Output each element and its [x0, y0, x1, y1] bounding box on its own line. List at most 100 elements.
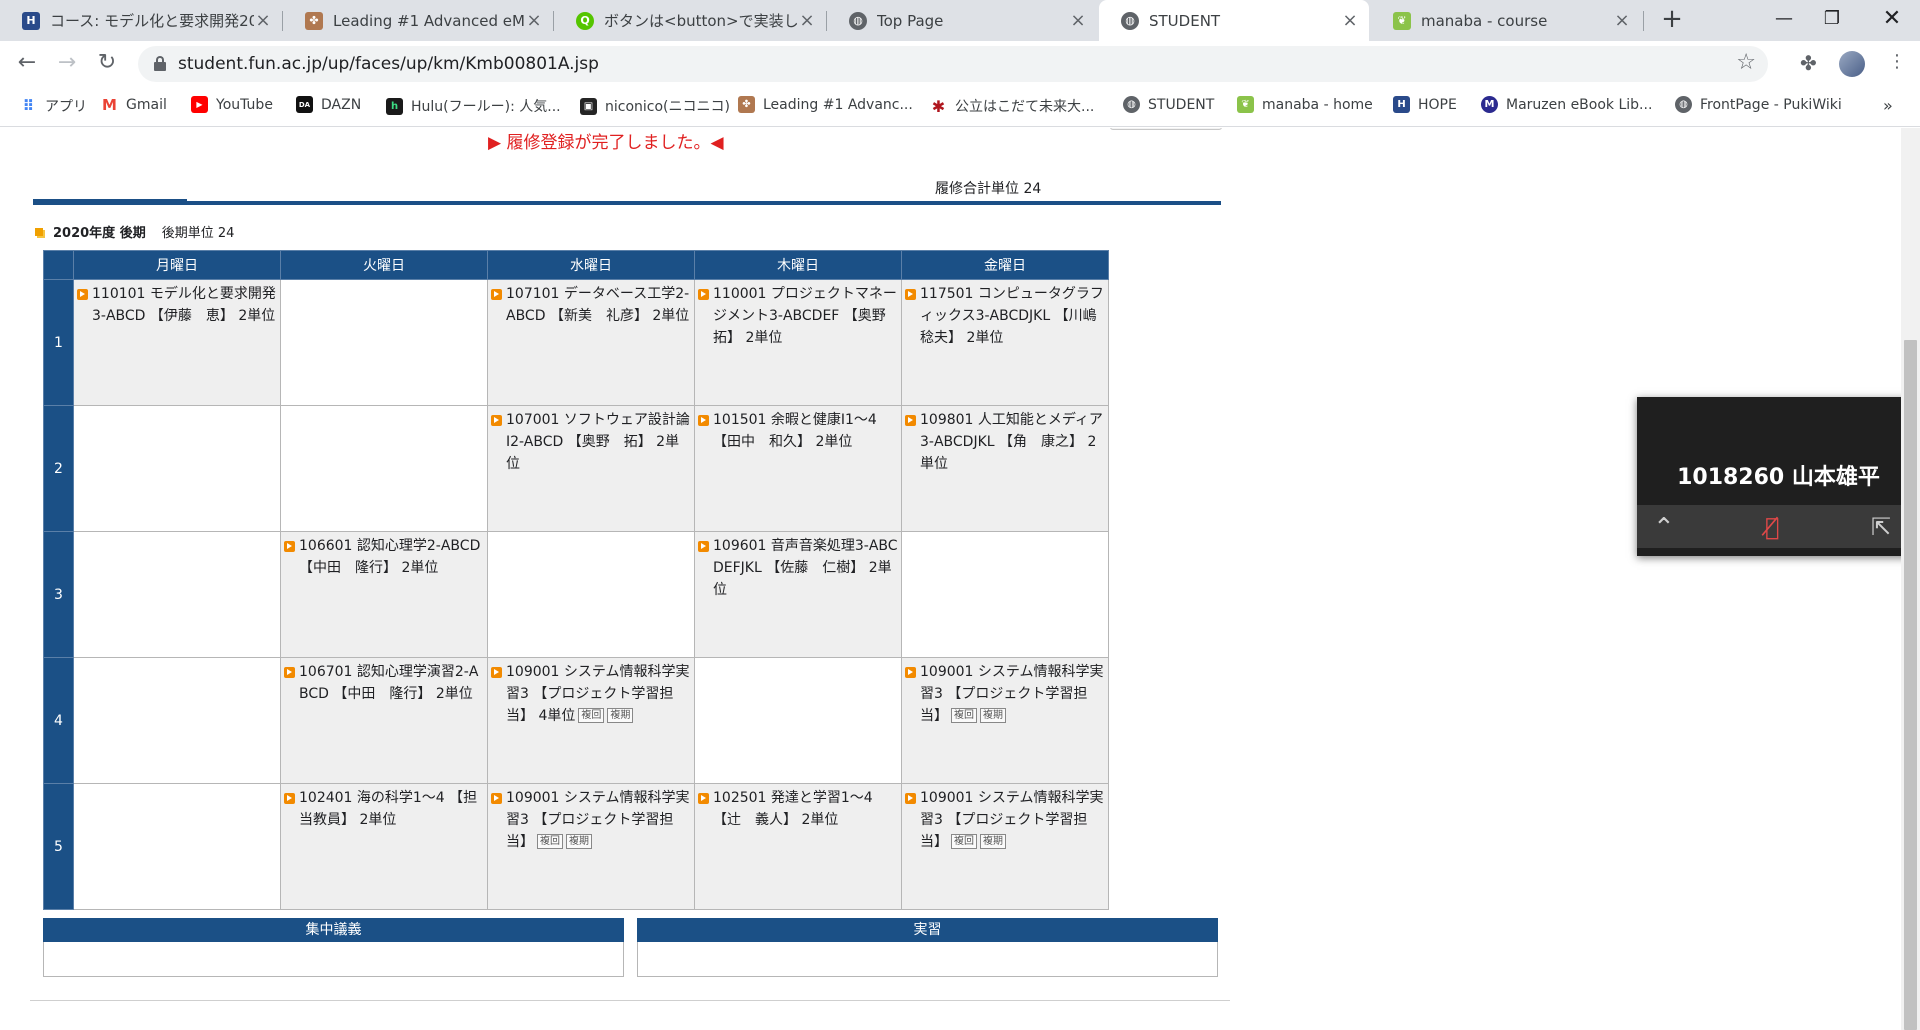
forward-arrow-icon[interactable]: →: [52, 49, 82, 79]
course-text[interactable]: 109601 音声音楽処理3-ABCDEFJKL 【佐藤 仁樹】 2単位: [713, 535, 898, 601]
course-entry[interactable]: 109801 人工知能とメディア3-ABCDJKL 【角 康之】 2単位: [905, 409, 1105, 475]
bookmark-pukiwiki[interactable]: ◍ FrontPage - PukiWiki: [1675, 96, 1842, 113]
menu-kebab-icon[interactable]: ⋮: [1888, 51, 1906, 72]
close-icon[interactable]: ×: [1613, 10, 1631, 31]
close-icon[interactable]: ×: [525, 10, 543, 31]
tab-qiita-button[interactable]: Q ボタンは<button>で実装しよう ×: [554, 0, 826, 41]
close-icon[interactable]: ×: [1069, 10, 1087, 31]
chevron-up-icon[interactable]: ⌃: [1653, 513, 1675, 543]
reload-icon[interactable]: ↻: [92, 49, 122, 79]
course-label[interactable]: 107001 ソフトウェア設計論Ⅰ2-ABCD 【奥野 拓】 2単位: [506, 412, 690, 472]
tab-title: コース: モデル化と要求開発2020: [50, 12, 254, 30]
course-entry[interactable]: 106601 認知心理学2-ABCD 【中田 隆行】 2単位: [284, 535, 484, 579]
course-text[interactable]: 107101 データベース工学2-ABCD 【新美 礼彦】 2単位: [506, 283, 691, 327]
close-icon[interactable]: ×: [254, 10, 272, 31]
course-entry[interactable]: 102501 発達と学習1〜4 【辻 義人】 2単位: [698, 787, 898, 831]
tab-hope-course[interactable]: H コース: モデル化と要求開発2020 ×: [0, 0, 282, 41]
course-label[interactable]: 109001 システム情報科学実習3 【プロジェクト学習担当】: [920, 664, 1103, 724]
scrollbar-thumb[interactable]: [1904, 340, 1917, 1030]
niconico-icon: ▣: [580, 97, 597, 115]
course-entry[interactable]: 107001 ソフトウェア設計論Ⅰ2-ABCD 【奥野 拓】 2単位: [491, 409, 691, 475]
bookmark-leading[interactable]: ✤ Leading #1 Advanc...: [738, 96, 913, 113]
course-label[interactable]: 117501 コンピュータグラフィックス3-ABCDJKL 【川嶋 稔夫】 2単…: [920, 286, 1111, 346]
course-entry[interactable]: 109001 システム情報科学実習3 【プロジェクト学習担当】 4単位 複回 複期: [491, 661, 691, 727]
course-label[interactable]: 109001 システム情報科学実習3 【プロジェクト学習担当】: [920, 790, 1103, 850]
new-tab-button[interactable]: +: [1656, 4, 1688, 36]
bookmark-maruzen[interactable]: M Maruzen eBook Lib...: [1481, 96, 1652, 113]
close-icon[interactable]: ×: [798, 10, 816, 31]
course-text[interactable]: 109001 システム情報科学実習3 【プロジェクト学習担当】 4単位 複回 複期: [506, 661, 691, 727]
course-label[interactable]: 102401 海の科学1〜4 【担当教員】 2単位: [299, 790, 477, 828]
popout-icon[interactable]: ⇱: [1871, 513, 1891, 541]
course-entry[interactable]: 110101 モデル化と要求開発3-ABCD 【伊藤 恵】 2単位: [77, 283, 277, 327]
bookmark-label: niconico(ニコニコ): [605, 99, 730, 115]
course-text[interactable]: 109001 システム情報科学実習3 【プロジェクト学習担当】 複回 複期: [920, 661, 1105, 727]
address-bar[interactable]: student.fun.ac.jp/up/faces/up/km/Kmb0080…: [138, 46, 1768, 82]
top-button-edge[interactable]: [1110, 128, 1222, 130]
bookmark-student[interactable]: ◍ STUDENT: [1123, 96, 1214, 113]
minimize-icon[interactable]: —: [1760, 0, 1808, 41]
tab-student-active[interactable]: ◍ STUDENT ×: [1099, 0, 1369, 41]
tab-top-page[interactable]: ◍ Top Page ×: [827, 0, 1097, 41]
course-label[interactable]: 106601 認知心理学2-ABCD 【中田 隆行】 2単位: [299, 538, 480, 576]
extensions-puzzle-icon[interactable]: ✤: [1800, 51, 1817, 75]
course-label[interactable]: 109601 音声音楽処理3-ABCDEFJKL 【佐藤 仁樹】 2単位: [713, 538, 898, 598]
course-text[interactable]: 106701 認知心理学演習2-ABCD 【中田 隆行】 2単位: [299, 661, 484, 705]
bookmark-fun-university[interactable]: ✱ 公立はこだて未来大...: [930, 96, 1095, 116]
page-scrollbar[interactable]: [1901, 128, 1920, 1030]
course-text[interactable]: 109801 人工知能とメディア3-ABCDJKL 【角 康之】 2単位: [920, 409, 1105, 475]
mic-muted-icon[interactable]: 🎙̸: [1765, 513, 1779, 541]
course-entry[interactable]: 110001 プロジェクトマネージメント3-ABCDEF 【奥野 拓】 2単位: [698, 283, 900, 349]
restore-icon[interactable]: ❐: [1808, 0, 1856, 41]
course-entry[interactable]: 107101 データベース工学2-ABCD 【新美 礼彦】 2単位: [491, 283, 691, 327]
tab-manaba-course[interactable]: ❦ manaba - course ×: [1371, 0, 1641, 41]
course-text[interactable]: 117501 コンピュータグラフィックス3-ABCDJKL 【川嶋 稔夫】 2単…: [920, 283, 1111, 349]
bookmark-hope[interactable]: H HOPE: [1393, 96, 1457, 113]
course-text[interactable]: 107001 ソフトウェア設計論Ⅰ2-ABCD 【奥野 拓】 2単位: [506, 409, 691, 475]
course-label[interactable]: 106701 認知心理学演習2-ABCD 【中田 隆行】 2単位: [299, 664, 478, 702]
course-entry[interactable]: 101501 余暇と健康Ⅰ1〜4 【田中 和久】 2単位: [698, 409, 898, 453]
course-label[interactable]: 102501 発達と学習1〜4 【辻 義人】 2単位: [713, 790, 873, 828]
course-text[interactable]: 106601 認知心理学2-ABCD 【中田 隆行】 2単位: [299, 535, 484, 579]
course-entry[interactable]: 109001 システム情報科学実習3 【プロジェクト学習担当】 複回 複期: [491, 787, 691, 853]
bookmark-star-icon[interactable]: ☆: [1736, 50, 1756, 75]
course-text[interactable]: 102401 海の科学1〜4 【担当教員】 2単位: [299, 787, 484, 831]
profile-avatar[interactable]: [1839, 51, 1865, 77]
course-text[interactable]: 102501 発達と学習1〜4 【辻 義人】 2単位: [713, 787, 898, 831]
course-label[interactable]: 109001 システム情報科学実習3 【プロジェクト学習担当】: [506, 790, 689, 850]
window-close-icon[interactable]: ✕: [1868, 0, 1916, 41]
bookmark-apps[interactable]: ⠿ アプリ: [20, 96, 87, 116]
url-text[interactable]: student.fun.ac.jp/up/faces/up/km/Kmb0080…: [178, 54, 599, 74]
course-text[interactable]: 110001 プロジェクトマネージメント3-ABCDEF 【奥野 拓】 2単位: [713, 283, 900, 349]
bookmark-manaba-home[interactable]: ❦ manaba - home: [1237, 96, 1373, 113]
day-header: 月曜日: [73, 250, 281, 280]
meeting-mini-window[interactable]: 1018260 山本雄平 ⌃ 🎙̸ ⇱: [1637, 397, 1920, 556]
course-label[interactable]: 110001 プロジェクトマネージメント3-ABCDEF 【奥野 拓】 2単位: [713, 286, 900, 346]
course-entry[interactable]: 109001 システム情報科学実習3 【プロジェクト学習担当】 複回 複期: [905, 661, 1105, 727]
course-cell: 109801 人工知能とメディア3-ABCDJKL 【角 康之】 2単位: [901, 405, 1109, 532]
lock-icon[interactable]: [154, 56, 166, 71]
course-entry[interactable]: 109001 システム情報科学実習3 【プロジェクト学習担当】 複回 複期: [905, 787, 1105, 853]
bookmark-dazn[interactable]: DA DAZN: [296, 96, 361, 113]
fun-logo-icon: ✱: [931, 96, 946, 116]
course-entry[interactable]: 117501 コンピュータグラフィックス3-ABCDJKL 【川嶋 稔夫】 2単…: [905, 283, 1111, 349]
course-entry[interactable]: 106701 認知心理学演習2-ABCD 【中田 隆行】 2単位: [284, 661, 484, 705]
course-text[interactable]: 110101 モデル化と要求開発3-ABCD 【伊藤 恵】 2単位: [92, 283, 277, 327]
course-entry[interactable]: 109601 音声音楽処理3-ABCDEFJKL 【佐藤 仁樹】 2単位: [698, 535, 898, 601]
course-text[interactable]: 109001 システム情報科学実習3 【プロジェクト学習担当】 複回 複期: [920, 787, 1105, 853]
course-label[interactable]: 109801 人工知能とメディア3-ABCDJKL 【角 康之】 2単位: [920, 412, 1103, 472]
course-entry[interactable]: 102401 海の科学1〜4 【担当教員】 2単位: [284, 787, 484, 831]
bookmark-niconico[interactable]: ▣ niconico(ニコニコ): [580, 96, 730, 116]
close-icon[interactable]: ×: [1341, 10, 1359, 31]
course-label[interactable]: 110101 モデル化と要求開発3-ABCD 【伊藤 恵】 2単位: [92, 286, 276, 324]
more-bookmarks-chevron-icon[interactable]: »: [1883, 96, 1893, 115]
course-label[interactable]: 107101 データベース工学2-ABCD 【新美 礼彦】 2単位: [506, 286, 689, 324]
bookmark-gmail[interactable]: M Gmail: [101, 96, 167, 114]
course-label[interactable]: 101501 余暇と健康Ⅰ1〜4 【田中 和久】 2単位: [713, 412, 877, 450]
back-arrow-icon[interactable]: ←: [12, 49, 42, 79]
bookmark-hulu[interactable]: h Hulu(フールー): 人気...: [386, 96, 561, 116]
tab-leading-email[interactable]: ✤ Leading #1 Advanced eMail S ×: [283, 0, 553, 41]
course-text[interactable]: 109001 システム情報科学実習3 【プロジェクト学習担当】 複回 複期: [506, 787, 691, 853]
course-text[interactable]: 101501 余暇と健康Ⅰ1〜4 【田中 和久】 2単位: [713, 409, 898, 453]
bookmark-youtube[interactable]: ▶ YouTube: [191, 96, 273, 113]
